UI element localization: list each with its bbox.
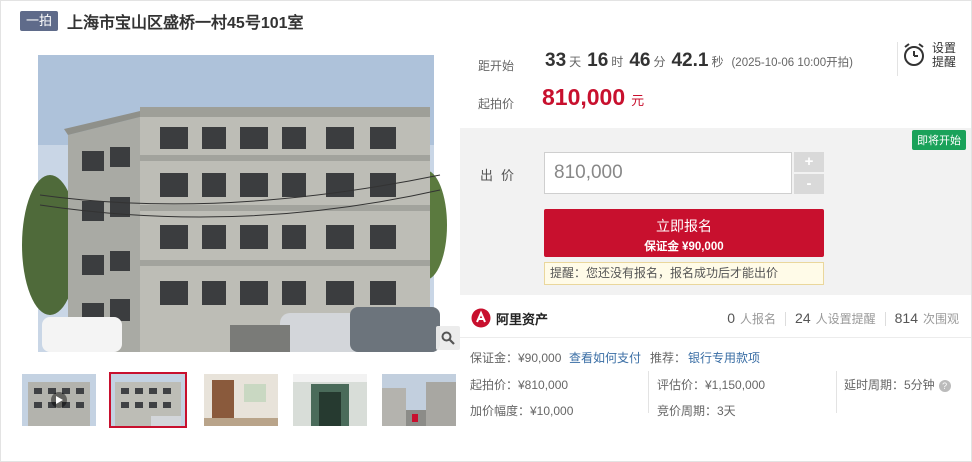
appraisal-info: 评估价：¥1,150,000 [657, 378, 766, 392]
countdown-hours-unit: 时 [611, 55, 624, 69]
main-property-photo[interactable] [20, 55, 462, 352]
divider [836, 371, 837, 413]
delay-cycle-info: 延时周期：5分钟? [844, 376, 951, 393]
thumbnail-interior-room[interactable] [202, 372, 280, 428]
thumbnail-image [293, 374, 367, 426]
reminder-count: 24 [795, 310, 811, 326]
status-badge: 即将开始 [912, 130, 966, 150]
provider-logo[interactable]: 阿里资产 [471, 308, 548, 328]
countdown-seconds-unit: 秒 [711, 55, 724, 69]
thumbnail-image [204, 374, 278, 426]
bid-stepper: + - [794, 152, 824, 196]
thumbnail-building-selected[interactable] [109, 372, 187, 428]
countdown-days: 33 [545, 50, 567, 71]
registration-tip: 提醒：您还没有报名，报名成功后才能出价 [544, 262, 824, 285]
bid-panel: 即将开始 出价 810,000 + - 立即报名 保证金 ¥90,000 提醒：… [460, 128, 971, 295]
divider [648, 371, 649, 413]
delay-cycle-label: 延时周期：5分钟 [844, 378, 935, 392]
payment-help-link[interactable]: 查看如何支付 [569, 349, 641, 366]
provider-row: 阿里资产 0 人报名 24 人设置提醒 814 次围观 [460, 298, 971, 338]
thumbnail-image [111, 374, 185, 426]
thumbnail-strip [20, 372, 462, 428]
title-row: 一拍 上海市宝山区盛桥一村45号101室 [20, 10, 304, 32]
countdown-minutes: 46 [629, 50, 651, 71]
countdown-hours: 16 [587, 50, 609, 71]
start-time-note: (2025-10-06 10:00开拍) [731, 57, 853, 69]
provider-name: 阿里资产 [496, 311, 549, 327]
register-now-button[interactable]: 立即报名 保证金 ¥90,000 [544, 209, 824, 257]
divider [884, 311, 886, 326]
starting-price-label: 起拍价 [478, 97, 515, 111]
divider [785, 311, 787, 326]
countdown-minutes-unit: 分 [653, 55, 666, 69]
thumbnail-street[interactable] [380, 372, 458, 428]
signup-count: 0 [727, 310, 736, 326]
magnifier-icon [441, 331, 455, 345]
increment-info: 加价幅度：¥10,000 [470, 404, 574, 418]
zoom-button[interactable] [436, 326, 460, 350]
set-reminder-label: 设置提醒 [932, 41, 957, 69]
register-now-label: 立即报名 [656, 218, 712, 234]
decrease-bid-button[interactable]: - [794, 174, 824, 194]
start-price-info: 起拍价：¥810,000 [470, 378, 569, 392]
signup-count-label: 人报名 [740, 312, 777, 326]
alarm-clock-icon [904, 43, 924, 66]
divider [897, 42, 898, 76]
starting-price: 810,000 元 [542, 84, 644, 111]
alibaba-assets-logo-icon [471, 308, 491, 328]
recommend-label: 推荐： [650, 351, 687, 365]
thumbnail-image [22, 374, 96, 426]
thumbnail-video[interactable] [20, 372, 98, 428]
increase-bid-button[interactable]: + [794, 152, 824, 172]
deposit-info: 保证金：¥90,000 [470, 351, 562, 365]
auction-stats: 0 人报名 24 人设置提醒 814 次围观 [727, 310, 959, 327]
countdown-label: 距开始 [478, 59, 515, 73]
view-count-label: 次围观 [922, 312, 959, 326]
auction-round-tag: 一拍 [20, 11, 59, 31]
thumbnail-entrance[interactable] [291, 372, 369, 428]
bid-amount-input[interactable]: 810,000 [544, 152, 792, 194]
thumbnail-image [382, 374, 456, 426]
starting-price-unit: 元 [631, 93, 645, 108]
starting-price-value: 810,000 [542, 84, 626, 110]
question-icon[interactable]: ? [938, 379, 951, 392]
bid-cycle-info: 竞价周期：3天 [657, 404, 736, 418]
countdown-timer: 33 天 16 时 46 分 42.1 秒 (2025-10-06 10:00开… [545, 50, 853, 72]
set-reminder-button[interactable]: 设置提醒 [902, 41, 958, 69]
bank-loan-link[interactable]: 银行专用款项 [688, 349, 760, 366]
reminder-count-label: 人设置提醒 [815, 312, 876, 326]
countdown-days-unit: 天 [569, 55, 582, 69]
bid-label: 出价 [480, 168, 523, 183]
view-count: 814 [894, 310, 918, 326]
deposit-amount-label: 保证金 ¥90,000 [644, 241, 724, 253]
building-photo [20, 55, 462, 352]
countdown-seconds: 42.1 [671, 50, 709, 71]
page-title: 上海市宝山区盛桥一村45号101室 [67, 15, 304, 32]
